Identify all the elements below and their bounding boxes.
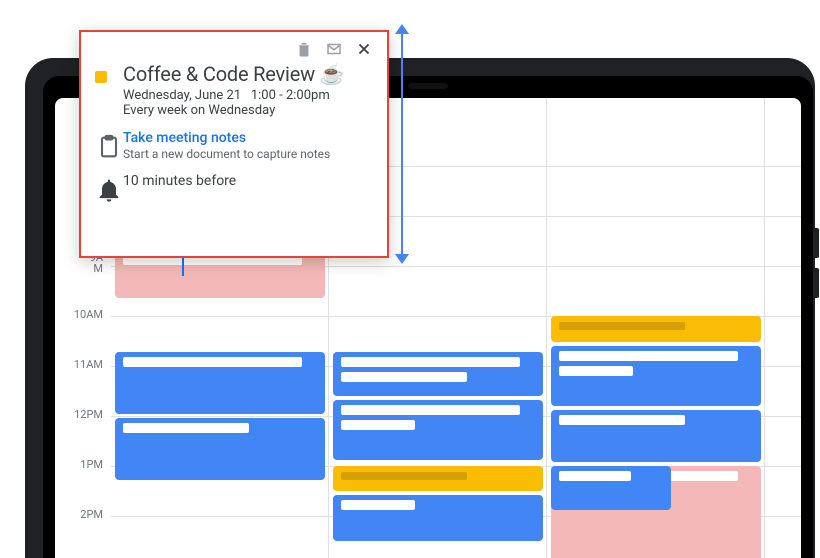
calendar-event[interactable] bbox=[551, 316, 761, 342]
calendar-event[interactable] bbox=[551, 410, 761, 462]
tablet-side-button bbox=[815, 228, 819, 258]
calendar-event[interactable] bbox=[115, 352, 325, 414]
hour-label-10: 10AM bbox=[55, 308, 103, 321]
event-recurrence: Every week on Wednesday bbox=[123, 103, 373, 118]
clipboard-icon bbox=[95, 130, 123, 161]
tablet-side-button bbox=[815, 268, 819, 298]
bell-icon bbox=[95, 173, 123, 204]
event-datetime: Wednesday, June 21 1:00 - 2:00pm bbox=[123, 88, 373, 103]
resize-handle-arrow[interactable] bbox=[395, 24, 409, 264]
email-icon[interactable] bbox=[325, 40, 343, 58]
calendar-event[interactable] bbox=[333, 466, 543, 491]
calendar-event[interactable] bbox=[551, 346, 761, 406]
calendar-event[interactable] bbox=[115, 418, 325, 480]
event-title: Coffee & Code Review ☕ bbox=[123, 62, 373, 86]
calendar-event[interactable] bbox=[333, 495, 543, 541]
hour-label-13: 1PM bbox=[55, 458, 103, 471]
calendar-event[interactable] bbox=[551, 466, 671, 510]
calendar-event[interactable] bbox=[333, 352, 543, 396]
arrow-down-icon bbox=[395, 254, 409, 264]
popup-connector bbox=[182, 258, 184, 276]
delete-icon[interactable] bbox=[295, 40, 313, 58]
take-notes-link[interactable]: Take meeting notes bbox=[123, 130, 373, 146]
event-color-marker bbox=[95, 71, 107, 83]
close-icon[interactable] bbox=[355, 40, 373, 58]
calendar-event[interactable] bbox=[333, 400, 543, 460]
hour-label-11: 11AM bbox=[55, 358, 103, 371]
event-detail-popup: Coffee & Code Review ☕ Wednesday, June 2… bbox=[79, 30, 389, 258]
reminder-text: 10 minutes before bbox=[123, 173, 373, 189]
hour-label-12: 12PM bbox=[55, 408, 103, 421]
popup-actions bbox=[95, 40, 373, 58]
take-notes-subtitle: Start a new document to capture notes bbox=[123, 147, 373, 161]
hour-label-14: 2PM bbox=[55, 508, 103, 521]
tablet-camera bbox=[408, 83, 448, 89]
